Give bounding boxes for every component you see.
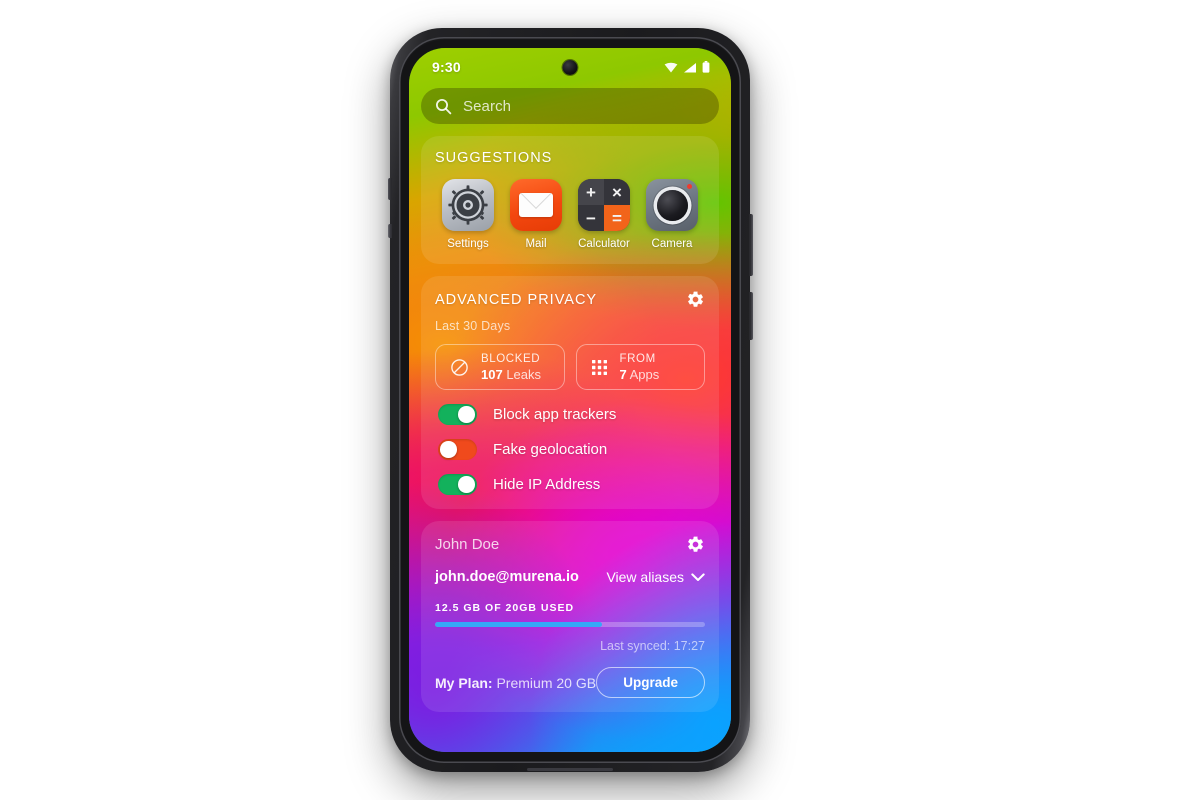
- suggestions-card: SUGGESTIONS Settings Mail + × − = Calcul…: [421, 136, 719, 264]
- app-label-settings: Settings: [447, 238, 489, 250]
- app-item-settings[interactable]: Settings: [437, 179, 499, 250]
- gear-icon[interactable]: [686, 290, 705, 309]
- settings-app-icon: [442, 179, 494, 231]
- search-bar[interactable]: Search: [421, 88, 719, 124]
- camera-lens-shape: [656, 189, 688, 221]
- last-synced-label: Last synced: 17:27: [600, 639, 705, 653]
- storage-progress-fill: [435, 622, 603, 627]
- app-label-calculator: Calculator: [578, 238, 630, 250]
- camera-indicator-dot: [687, 184, 692, 189]
- app-label-camera: Camera: [651, 238, 693, 250]
- envelope-shape: [519, 193, 553, 217]
- status-icons: [664, 61, 710, 73]
- stat-caption-from: FROM: [619, 352, 656, 365]
- mute-switch-button[interactable]: [387, 178, 392, 200]
- toggle-label-fake-geolocation: Fake geolocation: [493, 441, 608, 458]
- chevron-down-icon: [691, 572, 705, 582]
- advanced-privacy-header: ADVANCED PRIVACY: [435, 290, 705, 309]
- battery-icon: [702, 61, 710, 73]
- bottom-speaker-port: [527, 768, 613, 771]
- calc-key-plus: +: [578, 179, 604, 205]
- app-item-mail[interactable]: Mail: [505, 179, 567, 250]
- stat-number-blocked: 107: [481, 366, 503, 382]
- toggle-label-block-app-trackers: Block app trackers: [493, 406, 617, 423]
- phone-device: 9:30 Search SUGGESTIONS Settings Mail + …: [387, 28, 753, 772]
- privacy-stats-row: BLOCKED 107 Leaks FROM 7 Apps: [435, 344, 705, 390]
- view-aliases-button[interactable]: View aliases: [606, 569, 705, 585]
- account-email-row: john.doe@murena.io View aliases: [435, 569, 705, 585]
- app-item-camera[interactable]: Camera: [641, 179, 703, 250]
- upgrade-button[interactable]: Upgrade: [596, 667, 705, 698]
- apps-grid-icon: [591, 359, 608, 376]
- stat-unit-blocked: Leaks: [506, 366, 542, 382]
- account-name: John Doe: [435, 536, 500, 553]
- account-card: John Doe john.doe@murena.io View aliases: [421, 521, 719, 712]
- toggle-knob: [458, 406, 475, 423]
- app-item-calculator[interactable]: + × − = Calculator: [573, 179, 635, 250]
- toggle-row-block-app-trackers[interactable]: Block app trackers: [435, 404, 705, 425]
- toggle-knob: [440, 441, 457, 458]
- app-label-mail: Mail: [525, 238, 547, 250]
- stat-unit-from: Apps: [629, 366, 660, 382]
- toggle-fake-geolocation[interactable]: [438, 439, 477, 460]
- plan-label: My Plan:: [435, 674, 493, 691]
- plan-info: My Plan: Premium 20 GB: [435, 675, 596, 691]
- phone-screen: 9:30 Search SUGGESTIONS Settings Mail + …: [409, 48, 731, 752]
- stat-box-from[interactable]: FROM 7 Apps: [575, 344, 705, 390]
- wifi-icon: [664, 62, 678, 73]
- stat-value-blocked: 107 Leaks: [481, 367, 541, 382]
- suggestions-app-row: Settings Mail + × − = Calculator Camera: [435, 179, 705, 250]
- storage-progress-bar: [435, 622, 705, 627]
- front-camera-punch-hole: [562, 60, 578, 75]
- storage-usage-caption: 12.5 GB OF 20GB USED: [435, 602, 575, 614]
- block-circle-slash-icon: [450, 358, 469, 377]
- stat-number-from: 7: [619, 366, 627, 382]
- calc-key-minus: −: [578, 205, 604, 231]
- privacy-period-label: Last 30 Days: [435, 319, 511, 333]
- toggle-hide-ip-address[interactable]: [438, 474, 477, 495]
- calculator-app-icon: + × − =: [578, 179, 630, 231]
- calc-key-times: ×: [604, 179, 630, 205]
- stat-box-blocked[interactable]: BLOCKED 107 Leaks: [435, 344, 565, 390]
- view-aliases-label: View aliases: [606, 569, 684, 585]
- account-email: john.doe@murena.io: [435, 569, 579, 585]
- toggle-row-fake-geolocation[interactable]: Fake geolocation: [435, 439, 705, 460]
- camera-app-icon: [646, 179, 698, 231]
- mail-app-icon: [510, 179, 562, 231]
- power-button[interactable]: [748, 292, 753, 340]
- volume-rocker-button[interactable]: [748, 214, 753, 276]
- cellular-signal-icon: [683, 62, 697, 73]
- plan-row: My Plan: Premium 20 GB Upgrade: [435, 667, 705, 698]
- suggestions-title: SUGGESTIONS: [435, 150, 553, 166]
- toggle-block-app-trackers[interactable]: [438, 404, 477, 425]
- search-icon: [435, 98, 452, 115]
- status-time: 9:30: [432, 59, 461, 75]
- stat-caption-blocked: BLOCKED: [481, 352, 541, 365]
- search-input[interactable]: Search: [463, 98, 511, 115]
- assistant-button[interactable]: [387, 224, 392, 238]
- stat-value-from: 7 Apps: [620, 367, 660, 382]
- advanced-privacy-title: ADVANCED PRIVACY: [435, 291, 598, 308]
- plan-value: Premium 20 GB: [496, 674, 597, 691]
- account-header: John Doe: [435, 535, 705, 554]
- gear-icon[interactable]: [686, 535, 705, 554]
- toggle-row-hide-ip-address[interactable]: Hide IP Address: [435, 474, 705, 495]
- advanced-privacy-card: ADVANCED PRIVACY Last 30 Days BLOCKED 10…: [421, 276, 719, 509]
- toggle-knob: [458, 476, 475, 493]
- calc-key-equals: =: [604, 205, 630, 231]
- toggle-label-hide-ip-address: Hide IP Address: [493, 476, 601, 493]
